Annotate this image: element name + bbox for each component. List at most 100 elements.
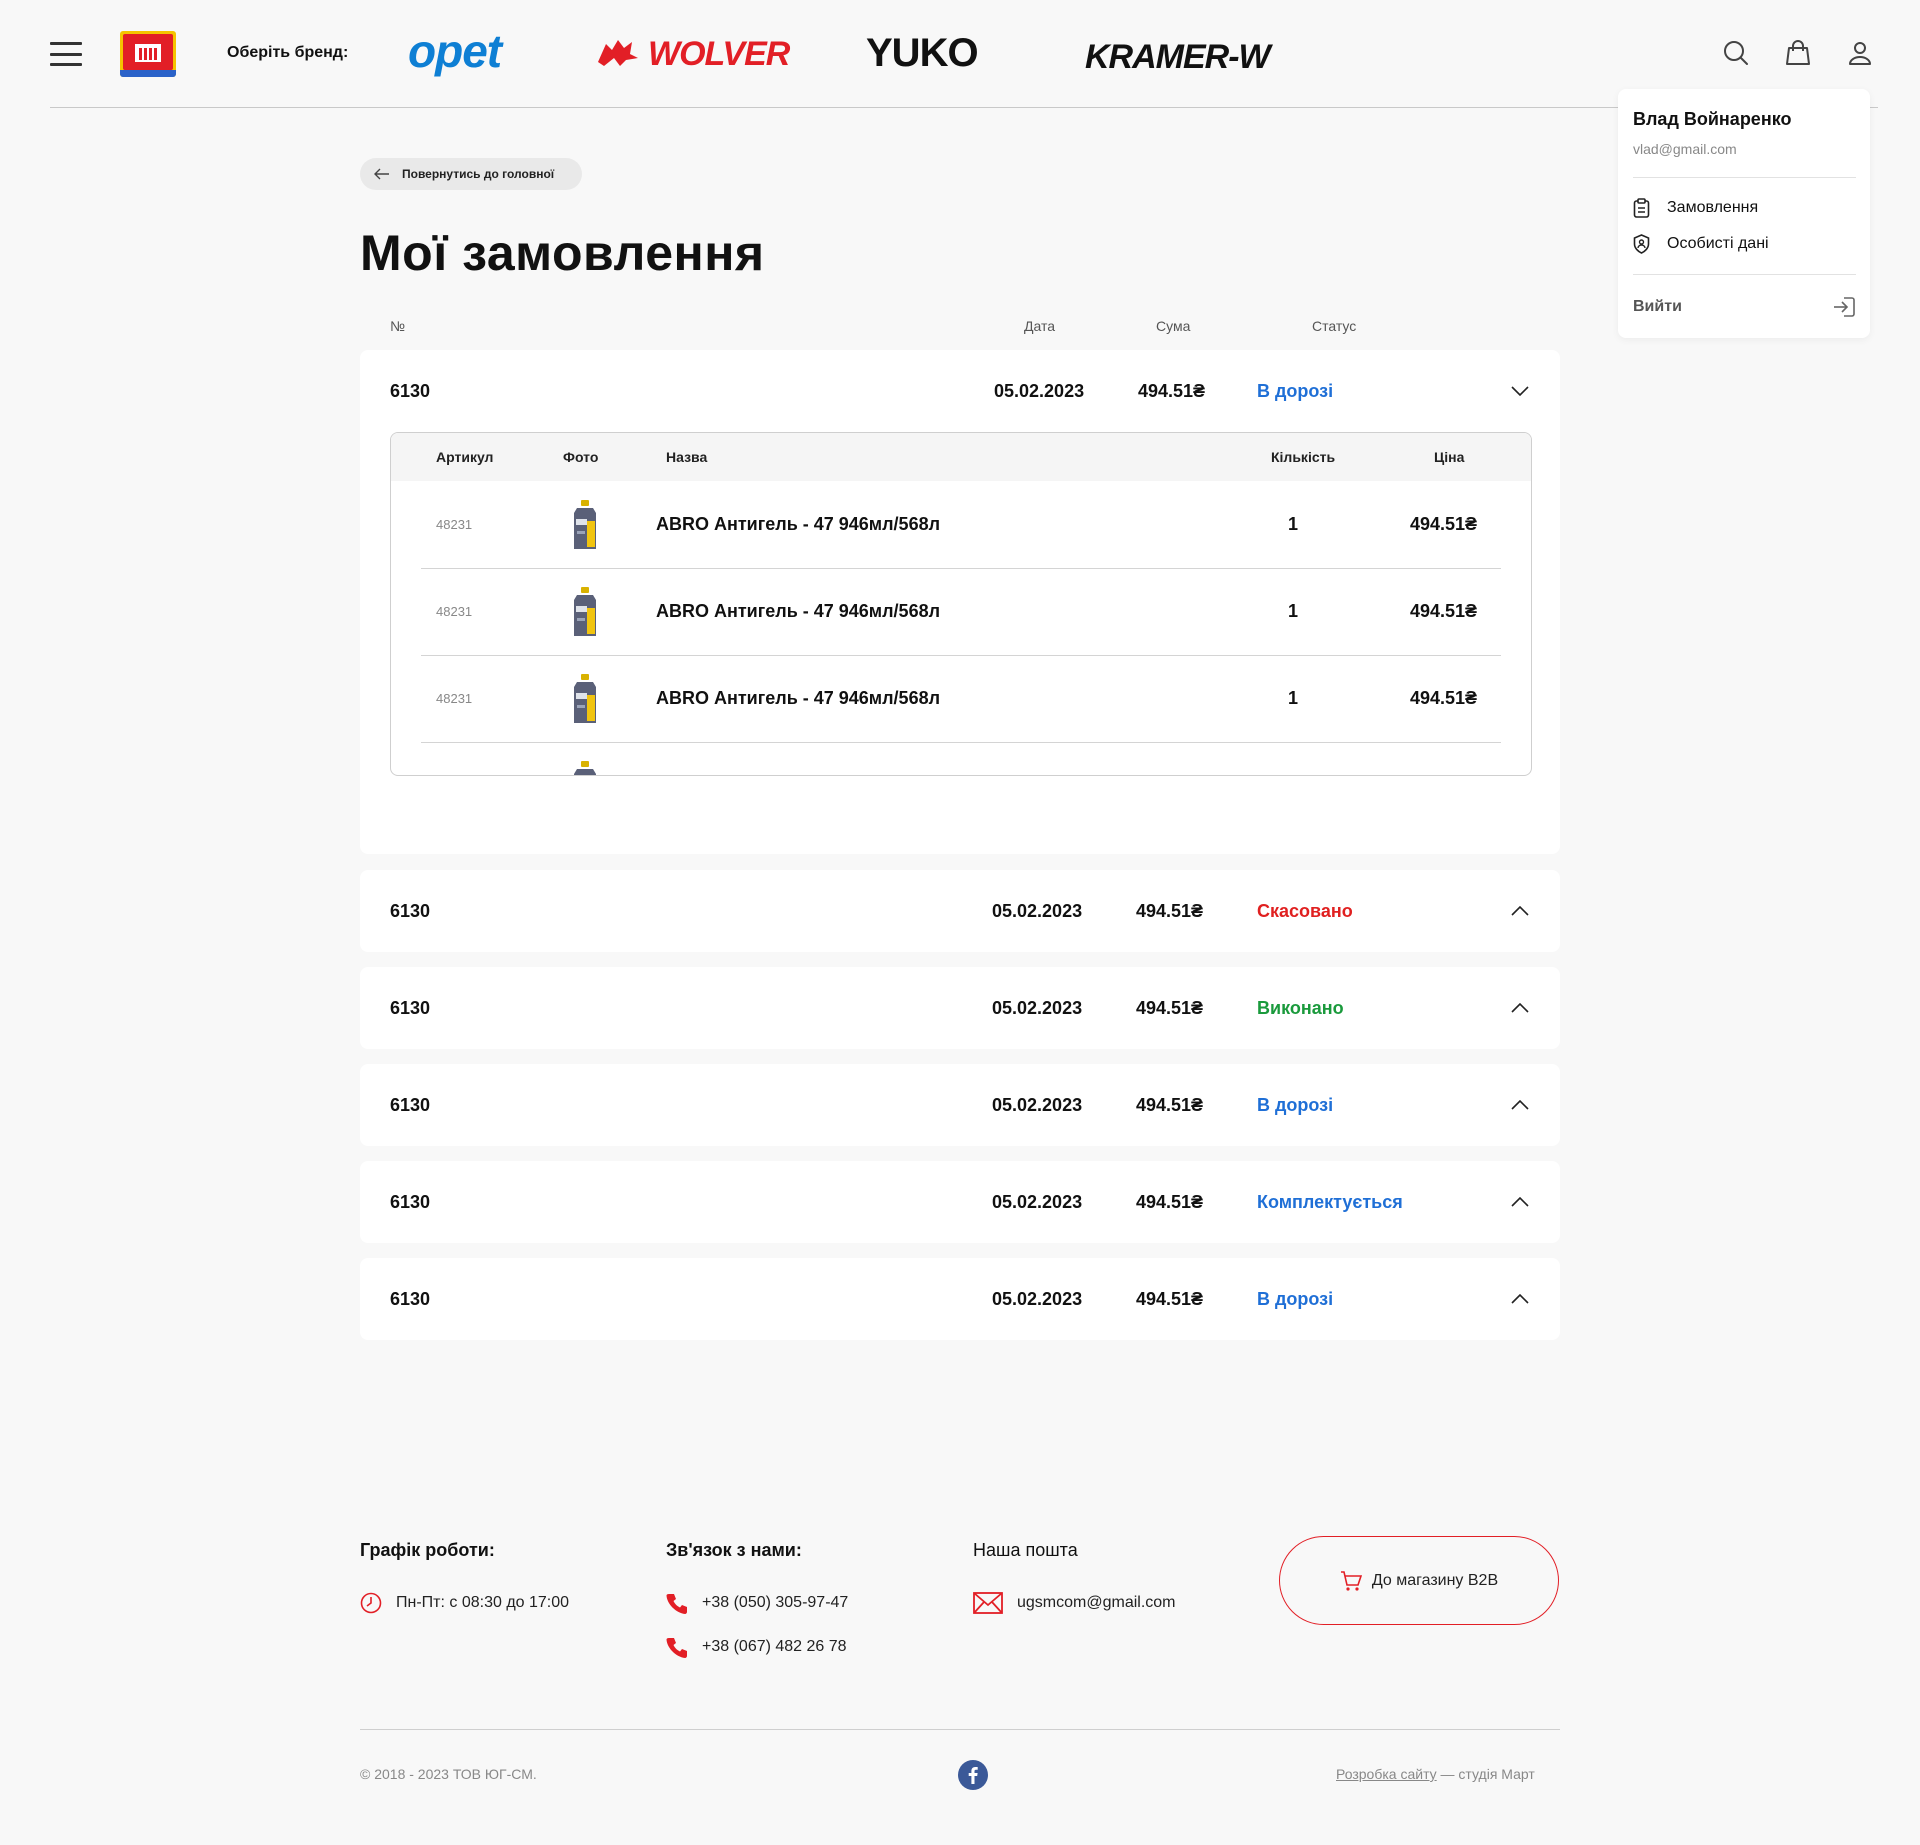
logout-icon (1834, 297, 1855, 317)
order-status: Скасовано (1257, 900, 1353, 921)
item-price: 494.51₴ (1410, 514, 1478, 534)
cart-icon (1340, 1570, 1362, 1591)
order-card[interactable]: 6130 05.02.2023 494.51₴ В дорозі (360, 1064, 1560, 1146)
column-header-qty: Кількість (1271, 449, 1336, 465)
item-quantity: 1 (1287, 514, 1298, 534)
logout-button[interactable]: Вийти (1633, 296, 1856, 318)
search-icon[interactable] (1722, 39, 1750, 67)
order-card[interactable]: 6130 05.02.2023 494.51₴ В дорозі (360, 1258, 1560, 1340)
site-logo[interactable] (120, 31, 176, 77)
item-price: 494.51₴ (1410, 688, 1478, 708)
order-card: 6130 05.02.2023 494.51₴ В дорозі Артикул… (360, 350, 1560, 854)
item-article: 48231 (436, 604, 473, 619)
product-photo[interactable] (571, 655, 599, 742)
order-date: 05.02.2023 (992, 900, 1083, 921)
item-price: 494.51₴ (1410, 742, 1477, 775)
order-sum: 494.51₴ (1138, 380, 1206, 401)
item-quantity: 1 (1287, 601, 1298, 621)
chevron-up-icon[interactable] (1506, 1258, 1534, 1340)
mail-title: Наша пошта (973, 1540, 1078, 1560)
order-date: 05.02.2023 (992, 1288, 1083, 1309)
page-title: Мої замовлення (360, 225, 765, 281)
order-number: 6130 (390, 1094, 431, 1115)
facebook-icon[interactable] (958, 1760, 988, 1790)
product-photo[interactable] (571, 481, 599, 568)
table-row[interactable]: 48231 ABRO Антигель - 47 946мл/568л 1 49… (421, 655, 1501, 743)
order-card[interactable]: 6130 05.02.2023 494.51₴ Виконано (360, 967, 1560, 1049)
column-header-name: Назва (666, 449, 708, 465)
back-button[interactable]: Повернутись до головної (360, 158, 582, 190)
brand-logo-kramer-w[interactable]: KRAMER-W (1085, 38, 1271, 77)
order-items-table: Артикул Фото Назва Кількість Ціна 48231 … (390, 432, 1532, 776)
order-status: Виконано (1257, 997, 1344, 1018)
order-sum: 494.51₴ (1136, 997, 1204, 1018)
item-name: ABRO Антигель - 47 946мл/568л (656, 601, 941, 621)
user-name: Влад Войнаренко (1633, 109, 1792, 129)
order-sum: 494.51₴ (1136, 900, 1204, 921)
b2b-shop-button[interactable]: До магазину B2B (1279, 1536, 1559, 1625)
arrow-left-icon (374, 168, 389, 180)
chevron-up-icon[interactable] (1506, 1161, 1534, 1243)
order-status: В дорозі (1257, 1094, 1334, 1115)
product-photo[interactable] (571, 568, 599, 655)
table-row[interactable]: 48231 ABRO Антигель - 47 946мл/568л 1 49… (421, 481, 1501, 569)
phone-icon (666, 1594, 687, 1614)
product-photo[interactable] (571, 742, 599, 775)
chevron-up-icon[interactable] (1506, 1064, 1534, 1146)
chevron-up-icon[interactable] (1506, 870, 1534, 952)
column-header-price: Ціна (1434, 449, 1465, 465)
developer-credit: Розробка сайту — студія Март (1336, 1766, 1535, 1782)
phone-link[interactable]: +38 (067) 482 26 78 (666, 1636, 847, 1658)
item-article: 48231 (436, 742, 472, 775)
order-sum: 494.51₴ (1136, 1191, 1204, 1212)
cart-icon[interactable] (1784, 39, 1812, 67)
email-link[interactable]: ugsmcom@gmail.com (973, 1592, 1176, 1614)
table-row[interactable]: 48231 ABRO Антигель - 47 946мл/568л 1 49… (421, 742, 1501, 775)
order-number: 6130 (390, 1288, 431, 1309)
chevron-up-icon[interactable] (1506, 967, 1534, 1049)
divider (1633, 177, 1856, 178)
user-icon[interactable] (1846, 39, 1874, 67)
item-quantity: 1 (1281, 742, 1305, 775)
order-status: Комплектується (1257, 1191, 1403, 1212)
column-header-sum: Сума (1156, 318, 1191, 334)
order-number: 6130 (390, 900, 431, 921)
order-number: 6130 (390, 380, 431, 401)
item-quantity: 1 (1287, 688, 1298, 708)
order-status: В дорозі (1257, 1288, 1334, 1309)
column-header-photo: Фото (563, 449, 599, 465)
copyright: © 2018 - 2023 ТОВ ЮГ-СМ. (360, 1766, 537, 1782)
item-article: 48231 (436, 691, 473, 706)
order-status: В дорозі (1257, 380, 1334, 401)
schedule-text: Пн-Пт: с 08:30 до 17:00 (360, 1592, 569, 1614)
table-row[interactable]: 48231 ABRO Антигель - 47 946мл/568л 1 49… (421, 568, 1501, 656)
header-divider (50, 107, 1878, 108)
item-name: ABRO Антигель - 47 946мл/568л (656, 688, 941, 708)
clock-icon (360, 1592, 382, 1614)
column-header-date: Дата (1024, 318, 1056, 334)
menu-item-orders[interactable]: Замовлення (1633, 197, 1758, 219)
order-card[interactable]: 6130 05.02.2023 494.51₴ Комплектується (360, 1161, 1560, 1243)
item-price: 494.51₴ (1410, 601, 1478, 621)
developer-link[interactable]: Розробка сайту (1336, 1766, 1437, 1782)
order-date: 05.02.2023 (992, 997, 1083, 1018)
item-name: ABRO Антигель - 47 946мл/568л (656, 514, 941, 534)
order-card[interactable]: 6130 05.02.2023 494.51₴ Скасовано (360, 870, 1560, 952)
column-header-status: Статус (1312, 318, 1357, 334)
brand-logo-opet[interactable]: opet (408, 24, 502, 78)
shield-icon (1633, 234, 1650, 254)
brand-logo-yuko[interactable]: YUKO (866, 31, 979, 76)
order-date: 05.02.2023 (994, 380, 1085, 401)
order-date: 05.02.2023 (992, 1191, 1083, 1212)
user-email: vlad@gmail.com (1633, 141, 1737, 157)
contact-title: Зв'язок з нами: (666, 1540, 802, 1560)
divider (1633, 274, 1856, 275)
items-table-header: Артикул Фото Назва Кількість Ціна (391, 433, 1531, 481)
phone-link[interactable]: +38 (050) 305-97-47 (666, 1592, 848, 1614)
menu-icon[interactable] (50, 42, 82, 66)
chevron-down-icon[interactable] (1506, 350, 1534, 432)
menu-item-personal-data[interactable]: Особисті дані (1633, 233, 1769, 255)
brand-logo-wolver[interactable]: WOLVER (596, 35, 790, 74)
order-sum: 494.51₴ (1136, 1094, 1204, 1115)
schedule-title: Графік роботи: (360, 1540, 495, 1560)
